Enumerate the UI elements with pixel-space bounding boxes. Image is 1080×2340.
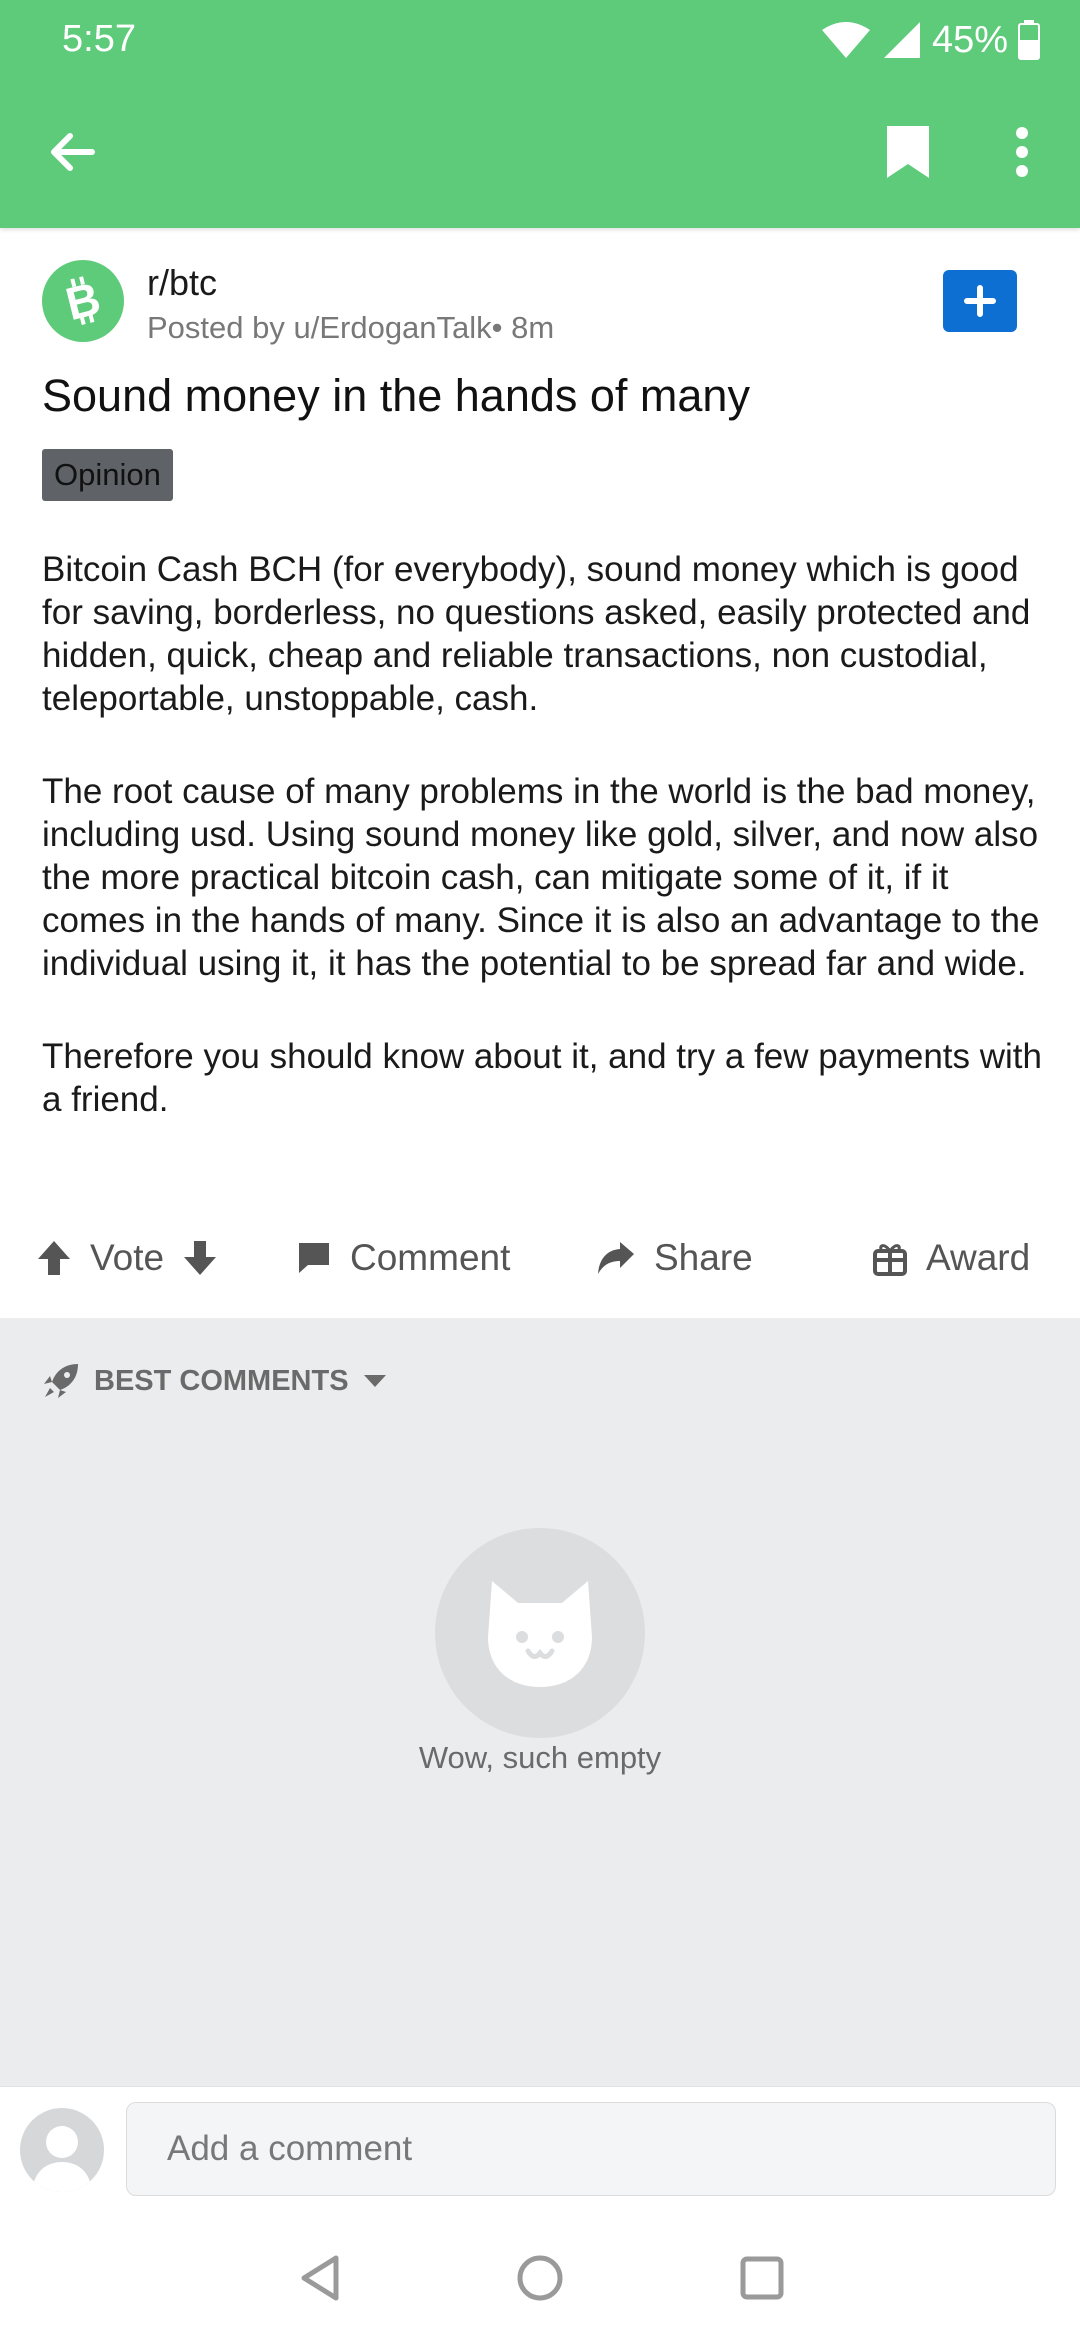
back-button[interactable] bbox=[36, 112, 108, 192]
nav-home-button[interactable] bbox=[504, 2242, 576, 2314]
comment-label: Comment bbox=[350, 1237, 511, 1278]
bitcoin-icon: B bbox=[61, 273, 106, 329]
comment-icon bbox=[299, 1243, 329, 1273]
comment-input[interactable]: Add a comment bbox=[126, 2102, 1056, 2196]
avatar[interactable] bbox=[20, 2108, 104, 2192]
cell-signal-icon bbox=[883, 22, 920, 58]
post-paragraph: Therefore you should know about it, and … bbox=[42, 1037, 1042, 1119]
upvote-icon[interactable] bbox=[36, 1239, 72, 1277]
share-icon bbox=[598, 1242, 634, 1274]
post-actions: Vote Comment Share Award bbox=[0, 1218, 1080, 1298]
post-flair: Opinion bbox=[42, 449, 173, 501]
bookmark-icon bbox=[887, 126, 929, 178]
downvote-icon[interactable] bbox=[182, 1239, 218, 1277]
system-nav-bar bbox=[0, 2216, 1080, 2340]
more-options-button[interactable] bbox=[1000, 112, 1044, 192]
post-meta: Posted by u/ErdoganTalk• 8m bbox=[147, 310, 554, 346]
status-time: 5:57 bbox=[62, 18, 136, 60]
triangle-back-icon bbox=[301, 2255, 339, 2301]
caret-down-icon bbox=[363, 1375, 386, 1387]
plus-icon bbox=[964, 285, 996, 317]
vote-label: Vote bbox=[90, 1237, 165, 1278]
user-avatar-icon bbox=[32, 2126, 92, 2192]
circle-home-icon bbox=[517, 2255, 563, 2301]
subreddit-avatar[interactable]: B bbox=[42, 260, 124, 342]
share-button[interactable]: Share bbox=[596, 1218, 753, 1298]
status-icons: 45% bbox=[820, 16, 1040, 64]
more-vert-icon bbox=[1016, 127, 1028, 177]
empty-state-illustration bbox=[435, 1528, 645, 1738]
award-button[interactable]: Award bbox=[872, 1218, 1030, 1298]
subreddit-name[interactable]: r/btc bbox=[147, 262, 217, 304]
battery-icon bbox=[1018, 20, 1040, 60]
post-age: • 8m bbox=[491, 310, 555, 345]
post-paragraph: Bitcoin Cash BCH (for everybody), sound … bbox=[42, 550, 1031, 718]
comment-sort-dropdown[interactable]: BEST COMMENTS bbox=[42, 1358, 387, 1404]
share-label: Share bbox=[654, 1237, 753, 1278]
battery-percent: 45% bbox=[931, 18, 1008, 61]
cat-face-icon bbox=[488, 1581, 592, 1687]
gift-icon bbox=[873, 1244, 907, 1276]
join-subreddit-button[interactable] bbox=[943, 270, 1017, 332]
post-author[interactable]: Posted by u/ErdoganTalk bbox=[147, 310, 492, 345]
post-body: Bitcoin Cash BCH (for everybody), sound … bbox=[42, 548, 1042, 1171]
square-recents-icon bbox=[740, 2256, 784, 2300]
nav-back-button[interactable] bbox=[284, 2242, 356, 2314]
comment-button[interactable]: Comment bbox=[296, 1218, 510, 1298]
sort-label: BEST COMMENTS bbox=[94, 1364, 349, 1397]
wifi-icon bbox=[821, 22, 870, 58]
award-label: Award bbox=[926, 1237, 1031, 1278]
empty-state-text: Wow, such empty bbox=[418, 1740, 662, 1775]
rocket-icon bbox=[44, 1364, 78, 1398]
post-title: Sound money in the hands of many bbox=[42, 370, 750, 421]
arrow-left-icon bbox=[51, 133, 95, 171]
nav-recents-button[interactable] bbox=[726, 2242, 798, 2314]
post-paragraph: The root cause of many problems in the w… bbox=[42, 772, 1040, 983]
bookmark-button[interactable] bbox=[872, 112, 944, 192]
vote-group: Vote bbox=[36, 1218, 218, 1298]
